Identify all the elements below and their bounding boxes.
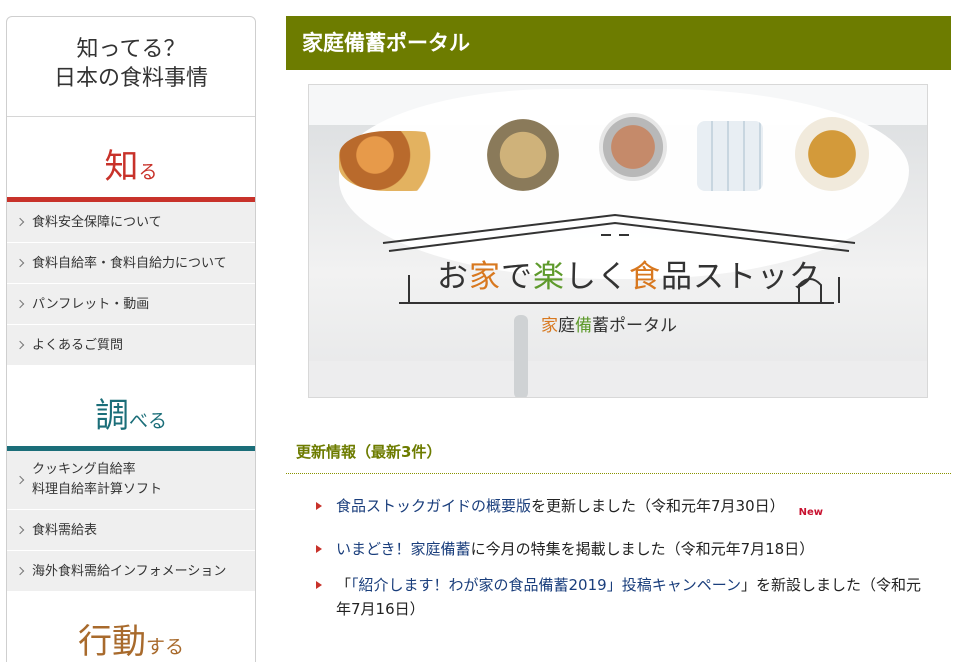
section-heading-small: する — [145, 636, 184, 658]
section-heading-big: 知 — [104, 147, 139, 187]
chevron-right-icon — [15, 475, 25, 485]
hero-title-part: で — [501, 259, 533, 295]
sidebar-item-pamphlet-video[interactable]: パンフレット・動画 — [7, 284, 255, 325]
hero-subtitle-part: 家 — [541, 316, 558, 336]
hero-subtitle-part: 庭 — [558, 316, 575, 336]
chevron-right-icon — [15, 258, 25, 268]
hero-title-part: 食 — [629, 259, 661, 295]
chevron-right-icon — [15, 299, 25, 309]
arrow-bullet-icon — [316, 502, 322, 510]
new-badge: New — [798, 507, 824, 518]
section-heading-big: 調 — [94, 396, 129, 436]
news-link[interactable]: 食品ストックガイドの概要版 — [336, 497, 531, 515]
canned-food-image — [599, 113, 667, 181]
news-heading: 更新情報（最新3件） — [286, 440, 951, 474]
hero-subtitle-part: 蓄ポータル — [592, 316, 677, 336]
news-list: 食品ストックガイドの概要版を更新しました（令和元年7月30日） New いまどき！… — [312, 494, 932, 633]
arrow-bullet-icon — [316, 581, 322, 589]
sidebar-item-label: 食料需給表 — [32, 523, 98, 538]
sidebar-item-label: よくあるご質問 — [32, 338, 124, 353]
hero-title-part: しく — [565, 259, 629, 295]
sidebar-item-label: 食料安全保障について — [32, 215, 162, 230]
hero-title-part: 楽 — [533, 259, 565, 295]
hero-banner[interactable]: お家で楽しく食品ストック 家庭備蓄ポータル — [308, 84, 928, 398]
section-heading-small: る — [138, 161, 158, 183]
sidebar-item-label: パンフレット・動画 — [32, 297, 150, 312]
news-item: 食品ストックガイドの概要版を更新しました（令和元年7月30日） New — [312, 494, 932, 525]
section-heading-act: 行動する — [7, 592, 255, 662]
news-item: 「「紹介します！わが家の食品備蓄2019」投稿キャンペーン」を新設しました（令和… — [312, 573, 932, 621]
sidebar-item-label-line1: クッキング自給率 — [32, 462, 136, 477]
chevron-right-icon — [15, 525, 25, 535]
vegetables-image — [339, 131, 459, 191]
sidebar-item-self-sufficiency[interactable]: 食料自給率・食料自給力について — [7, 243, 255, 284]
page-title: 家庭備蓄ポータル — [286, 16, 951, 70]
news-text: に今月の特集を掲載しました（令和元年7月18日） — [470, 540, 815, 558]
news-text: を更新しました（令和元年7月30日） — [531, 497, 785, 515]
section-heading-check: 調べる — [7, 366, 255, 451]
hero-title-part: お — [437, 259, 469, 295]
noodles-image — [795, 117, 869, 191]
water-bottles-image — [697, 121, 763, 191]
sidebar-header-line2: 日本の食料事情 — [53, 66, 208, 91]
sidebar-item-overseas-info[interactable]: 海外食料需給インフォメーション — [7, 551, 255, 592]
news-link[interactable]: 「紹介します！わが家の食品備蓄2019」投稿キャンペーン — [351, 576, 741, 594]
sidebar-item-supply-table[interactable]: 食料需給表 — [7, 510, 255, 551]
dried-food-image — [487, 119, 559, 191]
sidebar-list-know: 食料安全保障について 食料自給率・食料自給力について パンフレット・動画 よくあ… — [7, 202, 255, 366]
chevron-right-icon — [15, 566, 25, 576]
hero-title-part: 品ストック — [661, 259, 821, 295]
hero-subtitle: 家庭備蓄ポータル — [541, 311, 677, 336]
news-text-prefix: 「 — [336, 576, 352, 594]
sidebar-item-cooking-rate[interactable]: クッキング自給率料理自給率計算ソフト — [7, 451, 255, 510]
kitchen-counter-backdrop — [309, 361, 927, 397]
sidebar-item-label: 食料自給率・食料自給力について — [32, 256, 227, 271]
hero-subtitle-part: 備 — [575, 316, 592, 336]
sidebar-item-food-security[interactable]: 食料安全保障について — [7, 202, 255, 243]
sidebar-item-label: 海外食料需給インフォメーション — [32, 564, 227, 579]
sidebar-item-label-line2: 料理自給率計算ソフト — [32, 482, 163, 497]
section-heading-small: べる — [128, 410, 167, 432]
section-heading-know: 知る — [7, 117, 255, 202]
sidebar-header[interactable]: 知ってる？ 日本の食料事情 — [7, 17, 255, 117]
sidebar-item-faq[interactable]: よくあるご質問 — [7, 325, 255, 366]
chevron-right-icon — [15, 340, 25, 350]
arrow-bullet-icon — [316, 545, 322, 553]
news-item: いまどき！家庭備蓄に今月の特集を掲載しました（令和元年7月18日） — [312, 537, 932, 561]
hero-title-part: 家 — [469, 259, 501, 295]
news-link[interactable]: いまどき！家庭備蓄 — [336, 540, 471, 558]
sidebar-header-line1: 知ってる？ — [76, 37, 186, 62]
chevron-right-icon — [15, 217, 25, 227]
sidebar: 知ってる？ 日本の食料事情 知る 食料安全保障について 食料自給率・食料自給力に… — [6, 16, 256, 662]
sidebar-list-check: クッキング自給率料理自給率計算ソフト 食料需給表 海外食料需給インフォメーション — [7, 451, 255, 592]
hero-title: お家で楽しく食品ストック — [437, 251, 821, 296]
section-heading-big: 行動 — [77, 622, 146, 662]
